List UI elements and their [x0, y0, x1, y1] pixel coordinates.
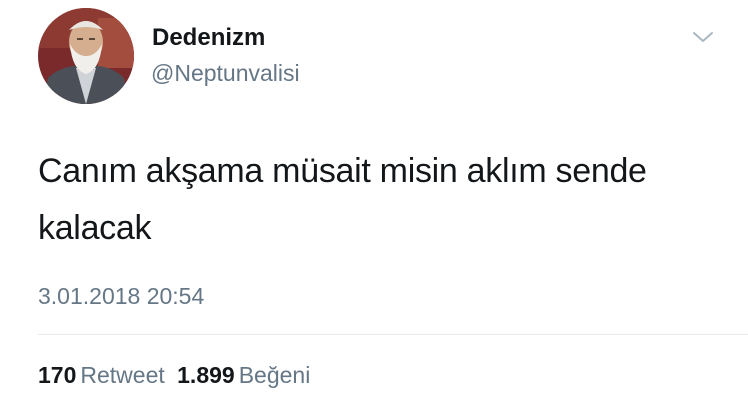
avatar-image: [38, 8, 134, 104]
tweet-card: Dedenizm @Neptunvalisi Canım akşama müsa…: [0, 0, 748, 410]
tweet-stats: 170 Retweet 1.899 Beğeni: [38, 362, 316, 389]
avatar[interactable]: [38, 8, 134, 104]
retweet-label: Retweet: [80, 362, 165, 388]
like-count: 1.899: [177, 362, 235, 388]
divider: [38, 334, 748, 335]
retweet-count: 170: [38, 362, 77, 388]
timestamp[interactable]: 3.01.2018 20:54: [38, 283, 204, 310]
like-stat[interactable]: 1.899 Beğeni: [177, 362, 310, 388]
tweet-text: Canım akşama müsait misin aklım sende ka…: [38, 152, 647, 247]
like-label: Beğeni: [238, 362, 311, 388]
chevron-down-icon[interactable]: [690, 27, 716, 47]
retweet-stat[interactable]: 170 Retweet: [38, 362, 171, 388]
user-handle[interactable]: @Neptunvalisi: [151, 60, 300, 87]
display-name[interactable]: Dedenizm: [152, 24, 265, 52]
